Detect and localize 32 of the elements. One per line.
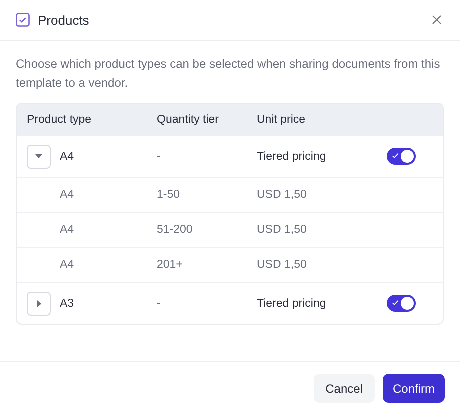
table-cell-text: Tiered pricing <box>257 150 328 162</box>
table-cell-text: - <box>157 298 162 310</box>
table-cell: A3 <box>60 298 74 310</box>
table-cell-text: USD 1,50 <box>257 224 308 236</box>
column-header: Product type <box>27 114 93 126</box>
table-cell-text: 1-50 <box>157 189 182 201</box>
expand-button[interactable] <box>27 292 51 316</box>
table-cell-text: Tiered pricing <box>257 298 328 310</box>
caret-down-icon <box>35 154 43 159</box>
table-cell-text: - <box>157 150 162 162</box>
column-header: Quantity tier <box>157 114 220 126</box>
table-cell-text: USD 1,50 <box>257 259 308 271</box>
column-header: Unit price <box>257 114 307 126</box>
checkbox-icon <box>16 13 30 27</box>
table-cell: A4 <box>60 150 74 162</box>
confirm-button[interactable]: Confirm <box>382 374 445 403</box>
expand-button[interactable] <box>27 144 51 168</box>
table-cell-text: 51-200 <box>157 224 194 236</box>
table-cell-text: A4 <box>59 259 76 271</box>
cancel-button[interactable]: Cancel <box>314 374 375 403</box>
dialog-title: Products <box>38 12 90 28</box>
toggle-switch[interactable] <box>387 148 416 165</box>
close-button[interactable] <box>430 13 444 27</box>
description-text: Choose which product types can be selected when sharing documents from this template to a vendor. <box>16 56 442 92</box>
table-cell-text: USD 1,50 <box>257 189 308 201</box>
table-cell-text: 201+ <box>157 259 184 271</box>
check-icon <box>392 300 399 306</box>
caret-right-icon <box>36 300 42 308</box>
table-cell-text: A4 <box>59 224 76 236</box>
table-cell-text: A4 <box>59 189 76 201</box>
check-icon <box>392 153 399 159</box>
toggle-switch[interactable] <box>387 295 416 312</box>
